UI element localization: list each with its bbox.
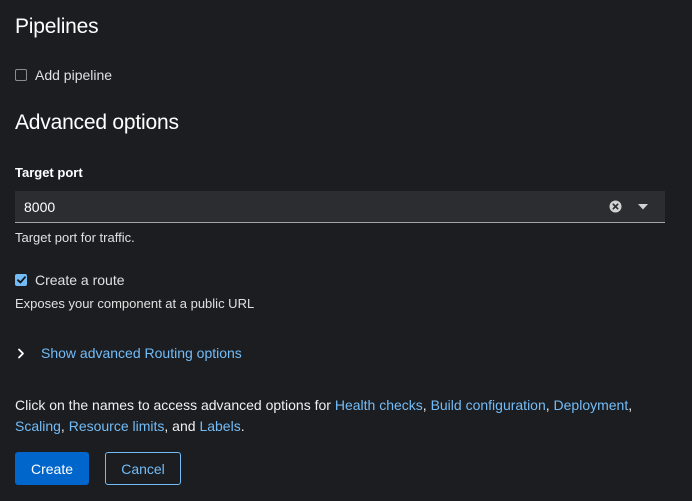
target-port-value[interactable]: 8000: [24, 199, 609, 215]
create-route-checkbox-row[interactable]: Create a route: [15, 272, 125, 288]
create-route-label[interactable]: Create a route: [35, 272, 125, 288]
target-port-label: Target port: [15, 165, 83, 180]
info-separator: ,: [60, 418, 69, 434]
labels-link[interactable]: Labels: [199, 418, 240, 434]
create-button[interactable]: Create: [15, 452, 89, 485]
routing-options-toggle[interactable]: Show advanced Routing options: [15, 345, 242, 361]
cancel-button[interactable]: Cancel: [105, 452, 181, 485]
resource-limits-link[interactable]: Resource limits: [69, 418, 165, 434]
info-separator: ,: [545, 397, 554, 413]
deployment-link[interactable]: Deployment: [554, 397, 629, 413]
info-separator: ,: [628, 397, 633, 413]
info-separator: , and: [164, 418, 200, 434]
times-circle-icon[interactable]: [609, 200, 622, 213]
pipelines-heading: Pipelines: [15, 15, 99, 38]
advanced-options-heading: Advanced options: [15, 111, 179, 134]
create-route-helper: Exposes your component at a public URL: [15, 296, 255, 311]
health-checks-link[interactable]: Health checks: [335, 397, 423, 413]
add-pipeline-checkbox[interactable]: [15, 69, 27, 81]
chevron-right-icon[interactable]: [15, 347, 27, 359]
target-port-select[interactable]: 8000: [15, 191, 665, 223]
info-prefix: Click on the names to access advanced op…: [15, 397, 335, 413]
scaling-link[interactable]: Scaling: [15, 418, 61, 434]
info-separator: ,: [422, 397, 431, 413]
add-pipeline-label[interactable]: Add pipeline: [35, 67, 112, 83]
advanced-options-info: Click on the names to access advanced op…: [15, 395, 655, 437]
target-port-helper: Target port for traffic.: [15, 230, 135, 245]
create-route-checkbox[interactable]: [15, 274, 27, 286]
info-suffix: .: [240, 418, 245, 434]
routing-options-link[interactable]: Show advanced Routing options: [41, 345, 242, 361]
build-configuration-link[interactable]: Build configuration: [431, 397, 546, 413]
check-icon: [16, 276, 26, 284]
add-pipeline-checkbox-row[interactable]: Add pipeline: [15, 67, 112, 83]
caret-down-icon[interactable]: [638, 202, 648, 212]
